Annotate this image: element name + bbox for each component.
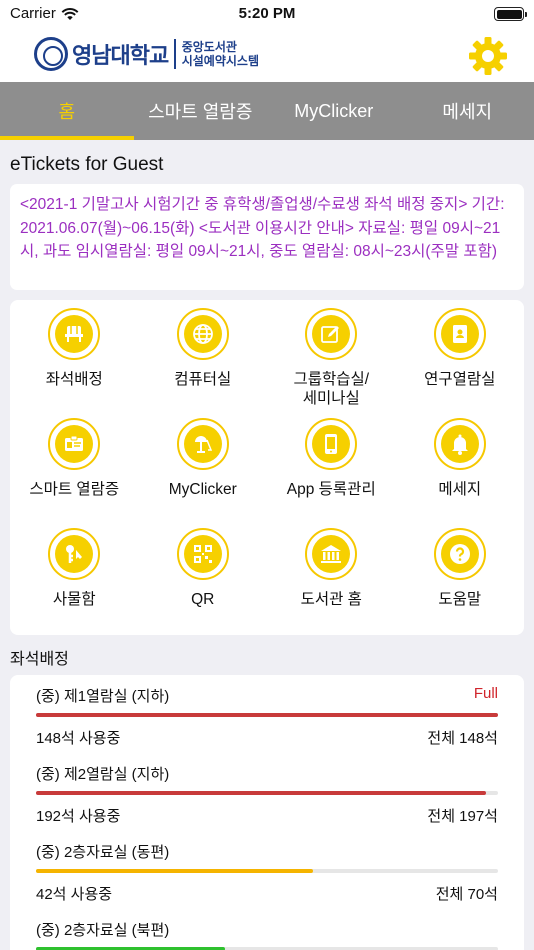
help-icon [449, 544, 470, 564]
menu-help[interactable]: 도움말 [396, 526, 525, 636]
menu-library-home[interactable]: 도서관 홈 [267, 526, 396, 636]
edit-icon [321, 326, 340, 343]
menu-messages[interactable]: 메세지 [396, 416, 525, 526]
main-tabs: 홈 스마트 열람증 MyClicker 메세지 [0, 82, 534, 140]
menu-research-room[interactable]: 연구열람실 [396, 306, 525, 416]
menu-qr[interactable]: QR [139, 526, 268, 636]
seat-room-row[interactable]: (중) 2층자료실 (동편) 42석 사용중 전체 70석 [10, 831, 524, 909]
menu-label: 연구열람실 [424, 371, 496, 388]
menu-label: MyClicker [168, 481, 237, 498]
menu-label: 컴퓨터실 [174, 371, 232, 388]
menu-label: QR [191, 591, 215, 608]
key-icon [66, 545, 83, 563]
occupancy-bar [36, 791, 498, 795]
menu-app-registration[interactable]: App 등록관리 [267, 416, 396, 526]
occupancy-bar [36, 713, 498, 717]
university-logo[interactable]: 영남대학교 중앙도서관 시설예약시스템 [34, 37, 259, 71]
bell-icon [451, 434, 468, 455]
status-bar: Carrier 5:20 PM [0, 0, 534, 28]
seats-title: 좌석배정 [10, 651, 69, 668]
room-name: (중) 2층자료실 (북편) [36, 922, 170, 939]
room-name: (중) 제1열람실 (지하) [36, 688, 170, 705]
app-header: 영남대학교 중앙도서관 시설예약시스템 [0, 28, 534, 82]
occupancy-fill [36, 791, 487, 795]
seats-total: 전체 148석 [427, 730, 498, 747]
occupancy-fill [36, 869, 314, 873]
menu-label: 도서관 홈 [300, 591, 362, 608]
menu-group-study-room[interactable]: 그룹학습실/ 세미나실 [267, 306, 396, 416]
seat-list: (중) 제1열람실 (지하) Full 148석 사용중 전체 148석 (중)… [10, 675, 524, 950]
tab-messages[interactable]: 메세지 [401, 82, 534, 140]
seats-used: 42석 사용중 [36, 886, 113, 903]
gear-icon[interactable] [468, 36, 508, 76]
logo-divider [174, 39, 176, 69]
seats-used: 148석 사용중 [36, 730, 121, 747]
logo-subtitle-line-2: 시설예약시스템 [181, 54, 259, 68]
menu-grid: 좌석배정 컴퓨터실 그룹학습실/ 세미나실 연구열람실 스마트 열람증 MyCl… [10, 300, 524, 635]
tab-myclicker[interactable]: MyClicker [267, 82, 401, 140]
room-name: (중) 2층자료실 (동편) [36, 844, 170, 861]
menu-myclicker[interactable]: MyClicker [139, 416, 268, 526]
seat-room-row[interactable]: (중) 제2열람실 (지하) 192석 사용중 전체 197석 [10, 753, 524, 831]
menu-computer-room[interactable]: 컴퓨터실 [139, 306, 268, 416]
menu-label: 도움말 [438, 591, 482, 608]
clock: 5:20 PM [238, 5, 296, 22]
menu-smart-card[interactable]: 스마트 열람증 [10, 416, 139, 526]
tab-smart-card[interactable]: 스마트 열람증 [134, 82, 268, 140]
id-card-icon [65, 435, 84, 451]
logo-subtitle-line-1: 중앙도서관 [181, 40, 237, 54]
desk-lamp-icon [194, 436, 212, 453]
seat-icon [65, 326, 84, 342]
menu-label: 메세지 [438, 481, 482, 498]
qr-code-icon [193, 545, 212, 563]
seats-total: 전체 197석 [427, 808, 498, 825]
logo-name: 영남대학교 [72, 43, 169, 68]
smartphone-icon [325, 434, 338, 454]
menu-label: App 등록관리 [286, 481, 376, 498]
battery-icon [494, 7, 527, 21]
seats-total: 전체 70석 [435, 886, 498, 903]
library-building-icon [321, 545, 342, 563]
menu-label: 그룹학습실/ 세미나실 [293, 371, 370, 407]
menu-label: 스마트 열람증 [29, 481, 120, 498]
seats-used: 192석 사용중 [36, 808, 121, 825]
menu-label: 좌석배정 [45, 371, 103, 388]
occupancy-fill [36, 713, 498, 717]
room-name: (중) 제2열람실 (지하) [36, 766, 170, 783]
seat-room-row[interactable]: (중) 제1열람실 (지하) Full 148석 사용중 전체 148석 [10, 675, 524, 753]
etickets-title: eTickets for Guest [10, 154, 164, 175]
notice-banner[interactable]: <2021-1 기말고사 시험기간 중 휴학생/졸업생/수료생 좌석 배정 중지… [10, 184, 524, 290]
room-status: Full [473, 685, 498, 702]
logo-subtitle: 중앙도서관 시설예약시스템 [182, 40, 259, 68]
seat-room-row[interactable]: (중) 2층자료실 (북편) [10, 909, 524, 950]
university-seal-icon [34, 37, 68, 71]
menu-locker[interactable]: 사물함 [10, 526, 139, 636]
contact-book-icon [452, 325, 467, 343]
menu-label: 사물함 [52, 591, 96, 608]
globe-icon [192, 324, 213, 344]
tab-home[interactable]: 홈 [0, 82, 134, 140]
occupancy-bar [36, 869, 498, 873]
menu-seat-assignment[interactable]: 좌석배정 [10, 306, 139, 416]
